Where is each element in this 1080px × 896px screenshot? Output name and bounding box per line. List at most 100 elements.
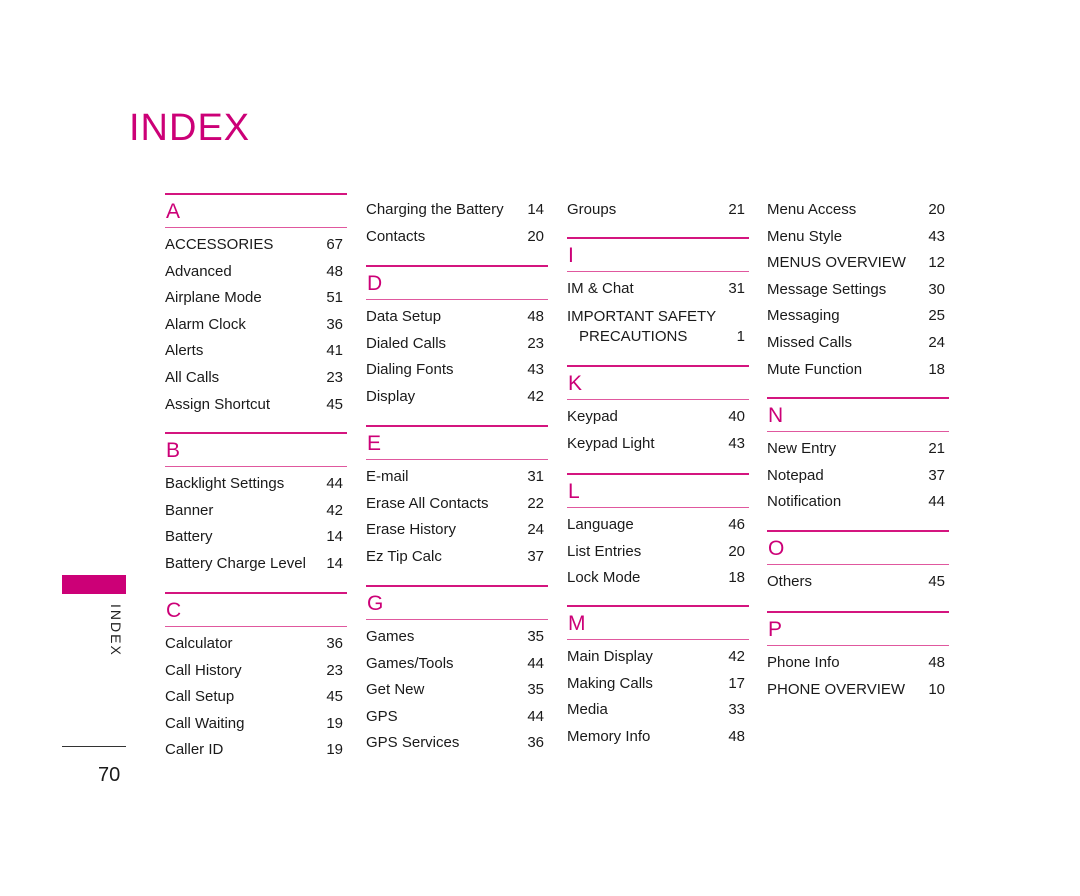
entry-term: Memory Info	[567, 727, 651, 745]
index-entry: GPS 44	[366, 704, 548, 731]
index-entry: Alerts 41	[165, 338, 347, 365]
index-entry: Erase All Contacts 22	[366, 491, 548, 518]
entry-page-number: 19	[326, 741, 343, 759]
section-letter: P	[768, 618, 783, 641]
entry-term: Call Waiting	[165, 714, 245, 732]
entry-page-number: 51	[326, 289, 343, 307]
section-letter: O	[768, 537, 785, 560]
entry-term: New Entry	[767, 440, 837, 457]
entry-page-number: 23	[527, 334, 544, 352]
entry-page-number: 14	[326, 554, 343, 572]
entry-term: Keypad Light	[567, 434, 655, 452]
index-entry: Battery Charge Level 14	[165, 551, 347, 578]
entry-term: ACCESSORIES	[165, 236, 274, 253]
entry-term: Menu Access	[767, 201, 857, 218]
index-entry: Get New 35	[366, 677, 548, 704]
entry-page-number: 25	[928, 307, 945, 325]
index-entry: Notification 44	[767, 489, 949, 516]
section-letter: I	[568, 244, 574, 267]
entry-page-number: 20	[928, 201, 945, 218]
index-entry: Charging the Battery 14	[366, 197, 548, 224]
index-section-d: D Data Setup 48 Dialed Calls 23 Dialing Fonts…	[366, 265, 548, 410]
index-entry: Games/Tools 44	[366, 651, 548, 678]
index-entry: GPS Services 36	[366, 730, 548, 757]
entry-term: Media	[567, 701, 608, 719]
entry-term: Games	[366, 628, 415, 645]
index-entry: MENUS OVERVIEW 12	[767, 250, 949, 277]
index-entry: E-mail 31	[366, 464, 548, 491]
entry-term: Message Settings	[767, 280, 887, 298]
index-entry: Main Display 42	[567, 644, 749, 671]
index-section-i: I IM & Chat 31 IMPORTANT SAFETY PRECAUTIONS 1	[567, 237, 749, 347]
index-section-o: O Others 45	[767, 530, 949, 596]
entry-term: PHONE OVERVIEW	[767, 680, 906, 698]
entry-page-number: 12	[928, 254, 945, 272]
index-entry: Games 35	[366, 624, 548, 651]
index-entry: PHONE OVERVIEW 10	[767, 677, 949, 704]
entry-page-number: 44	[527, 707, 544, 725]
index-entry: Messaging 25	[767, 303, 949, 330]
index-entry: Ez Tip Calc 37	[366, 544, 548, 571]
index-entry: Dialing Fonts 43	[366, 357, 548, 384]
entry-term: Advanced	[165, 262, 232, 280]
entry-term: MENUS OVERVIEW	[767, 254, 906, 272]
index-entry: Caller ID 19	[165, 737, 347, 764]
entry-term: IM & Chat	[567, 280, 634, 297]
entry-term: Erase History	[366, 521, 457, 539]
entry-term: Charging the Battery	[366, 201, 504, 218]
entry-term-line2: PRECAUTIONS	[579, 327, 688, 345]
entry-page-number: 18	[928, 360, 945, 378]
side-section-label: INDEX	[108, 604, 124, 657]
entry-page-number: 36	[326, 315, 343, 333]
entry-term: Phone Info	[767, 654, 840, 671]
section-bottom-rule	[366, 619, 548, 620]
entry-page-number: 44	[928, 493, 945, 511]
entry-term: Battery	[165, 528, 213, 546]
entry-term: Dialing Fonts	[366, 361, 454, 379]
index-entry: Others 45	[767, 569, 949, 596]
index-section-e: E E-mail 31 Erase All Contacts 22 Erase Histo…	[366, 425, 548, 570]
index-section-m: M Main Display 42 Making Calls 17 Media 33 Memo…	[567, 605, 749, 750]
entry-page-number: 48	[527, 308, 544, 325]
entry-page-number: 20	[728, 542, 745, 560]
index-entry: Making Calls 17	[567, 671, 749, 698]
index-entry: List Entries 20	[567, 539, 749, 566]
entry-term: Battery Charge Level	[165, 554, 306, 572]
footer-divider	[62, 746, 126, 747]
section-bottom-rule	[767, 564, 949, 565]
section-letter: G	[367, 592, 384, 615]
section-bottom-rule	[366, 299, 548, 300]
index-entry: Erase History 24	[366, 517, 548, 544]
entry-term: Games/Tools	[366, 654, 454, 672]
index-entry: IMPORTANT SAFETY PRECAUTIONS 1	[567, 303, 749, 347]
entry-page-number: 37	[928, 466, 945, 484]
index-entry: Call Waiting 19	[165, 711, 347, 738]
entry-term: Messaging	[767, 307, 840, 325]
section-bottom-rule	[366, 459, 548, 460]
section-bottom-rule	[567, 271, 749, 272]
entry-term: GPS	[366, 707, 398, 725]
index-entry: Lock Mode 18	[567, 565, 749, 592]
entry-term: Calculator	[165, 635, 233, 652]
index-section-g: G Games 35 Games/Tools 44 Get New 35 GPS 44 GPS S…	[366, 585, 548, 757]
entry-page-number: 30	[928, 280, 945, 298]
entry-term: Others	[767, 573, 813, 590]
entry-page-number: 45	[326, 395, 343, 413]
entry-page-number: 41	[326, 342, 343, 360]
entry-term: Ez Tip Calc	[366, 547, 442, 565]
entry-page-number: 19	[326, 714, 343, 732]
entry-term: Caller ID	[165, 741, 224, 759]
section-letter: K	[568, 372, 583, 395]
index-entry: Assign Shortcut 45	[165, 392, 347, 419]
entry-page-number: 36	[527, 734, 544, 752]
entry-page-number: 31	[728, 280, 745, 297]
index-entry: Backlight Settings 44	[165, 471, 347, 498]
entry-term: Groups	[567, 201, 617, 218]
index-section-c: C Calculator 36 Call History 23 Call Setup 45 C…	[165, 592, 347, 764]
entry-page-number: 18	[728, 569, 745, 587]
entry-term: Call Setup	[165, 688, 235, 706]
index-entry: All Calls 23	[165, 365, 347, 392]
index-entry: Call History 23	[165, 658, 347, 685]
index-entry: Memory Info 48	[567, 724, 749, 751]
index-entry: Keypad 40	[567, 404, 749, 431]
